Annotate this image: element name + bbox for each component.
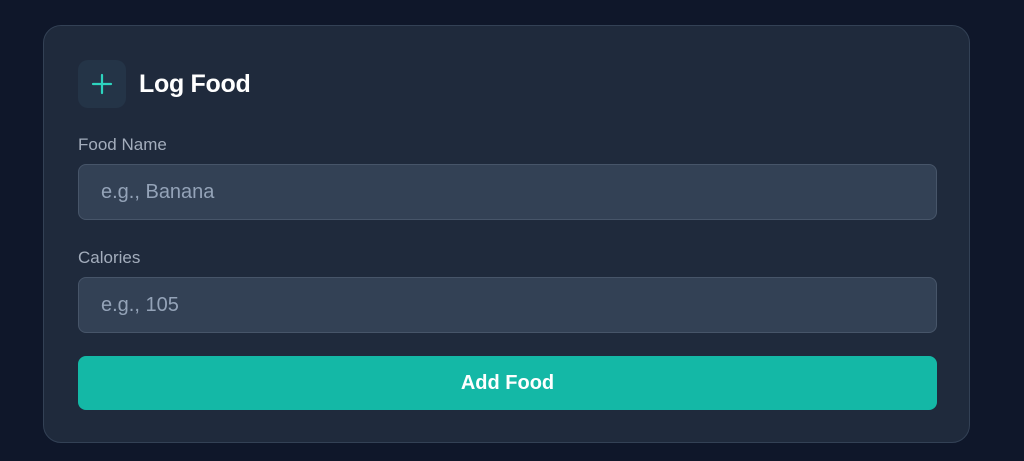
card-title: Log Food xyxy=(139,69,251,98)
card-header: Log Food xyxy=(78,60,251,108)
calories-label: Calories xyxy=(78,248,141,267)
calories-input[interactable] xyxy=(78,277,937,333)
add-food-button[interactable]: Add Food xyxy=(78,356,937,410)
plus-icon xyxy=(78,60,126,108)
log-food-card: Log Food Food Name Calories Add Food xyxy=(43,25,970,443)
food-name-label: Food Name xyxy=(78,135,167,154)
food-name-input[interactable] xyxy=(78,164,937,220)
